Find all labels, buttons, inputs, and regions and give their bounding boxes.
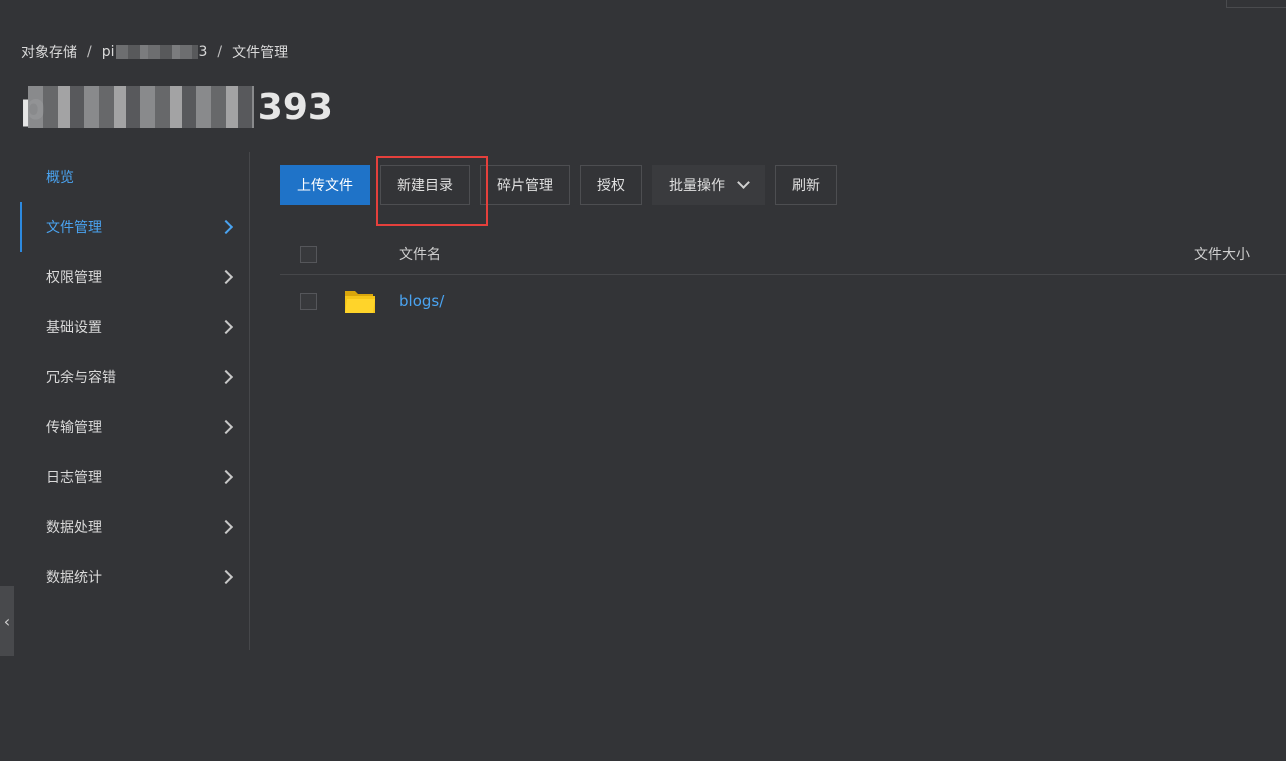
batch-operations-dropdown[interactable]: 批量操作	[652, 165, 765, 205]
breadcrumb-separator: /	[217, 44, 223, 60]
file-table: 文件名 文件大小 blogs/	[280, 234, 1286, 327]
batch-operations-label: 批量操作	[669, 178, 725, 194]
sidebar: 概览 文件管理 权限管理 基础设置 冗余与容错 传输管理 日志管理 数据处理 数…	[20, 152, 250, 650]
table-row: blogs/	[280, 275, 1286, 327]
breadcrumb-bucket[interactable]: pi 3	[102, 44, 208, 60]
row-checkbox[interactable]	[300, 292, 317, 310]
sidebar-item-data-processing[interactable]: 数据处理	[20, 502, 249, 552]
column-header-filename: 文件名	[399, 247, 441, 263]
redacted-mosaic	[115, 45, 198, 59]
sidebar-item-permissions[interactable]: 权限管理	[20, 252, 249, 302]
select-all-checkbox[interactable]	[300, 245, 317, 263]
chevron-down-icon	[737, 176, 750, 189]
sidebar-collapse-button[interactable]: ‹	[0, 586, 14, 656]
sidebar-item-statistics[interactable]: 数据统计	[20, 552, 249, 602]
sidebar-item-logs[interactable]: 日志管理	[20, 452, 249, 502]
chevron-right-icon	[218, 269, 234, 285]
chevron-right-icon	[218, 219, 234, 235]
sidebar-item-label: 文件管理	[46, 220, 102, 236]
sidebar-item-label: 概览	[46, 170, 74, 186]
chevron-right-icon	[218, 369, 234, 385]
sidebar-item-redundancy[interactable]: 冗余与容错	[20, 352, 249, 402]
chevron-right-icon	[218, 469, 234, 485]
breadcrumb-bucket-suffix: 3	[198, 44, 208, 60]
column-header-filesize: 文件大小	[1194, 247, 1250, 263]
chevron-right-icon	[218, 419, 234, 435]
folder-icon	[345, 291, 375, 313]
sidebar-item-transfer[interactable]: 传输管理	[20, 402, 249, 452]
new-directory-button[interactable]: 新建目录	[380, 165, 470, 205]
sidebar-item-file-management[interactable]: 文件管理	[20, 202, 249, 252]
breadcrumb-current: 文件管理	[232, 45, 289, 61]
top-right-box	[1226, 0, 1286, 8]
breadcrumb-bucket-prefix: pi	[101, 44, 115, 60]
page-title-suffix: 393	[257, 86, 333, 128]
redacted-mosaic	[27, 86, 254, 128]
authorize-button[interactable]: 授权	[580, 165, 642, 205]
breadcrumb-object-storage[interactable]: 对象存储	[21, 42, 77, 62]
page-title: p 393	[20, 84, 333, 130]
sidebar-item-label: 冗余与容错	[46, 370, 116, 386]
sidebar-item-label: 传输管理	[46, 420, 102, 436]
sidebar-item-overview[interactable]: 概览	[20, 152, 249, 202]
fragment-management-button[interactable]: 碎片管理	[480, 165, 570, 205]
sidebar-item-label: 数据处理	[46, 520, 102, 536]
table-header: 文件名 文件大小	[280, 234, 1286, 275]
sidebar-item-label: 基础设置	[46, 320, 102, 336]
sidebar-item-basic-settings[interactable]: 基础设置	[20, 302, 249, 352]
chevron-right-icon	[218, 569, 234, 585]
chevron-right-icon	[218, 319, 234, 335]
refresh-button[interactable]: 刷新	[775, 165, 837, 205]
upload-file-button[interactable]: 上传文件	[280, 165, 370, 205]
sidebar-item-label: 数据统计	[46, 570, 102, 586]
breadcrumb-separator: /	[87, 44, 92, 60]
sidebar-item-label: 日志管理	[46, 470, 102, 486]
breadcrumb: 对象存储 / pi 3 / 文件管理	[21, 42, 288, 62]
chevron-left-icon: ‹	[3, 611, 11, 631]
sidebar-item-label: 权限管理	[46, 270, 102, 286]
file-name-link[interactable]: blogs/	[399, 292, 444, 310]
chevron-right-icon	[218, 519, 234, 535]
toolbar: 上传文件 新建目录 碎片管理 授权 批量操作 刷新	[280, 165, 847, 205]
